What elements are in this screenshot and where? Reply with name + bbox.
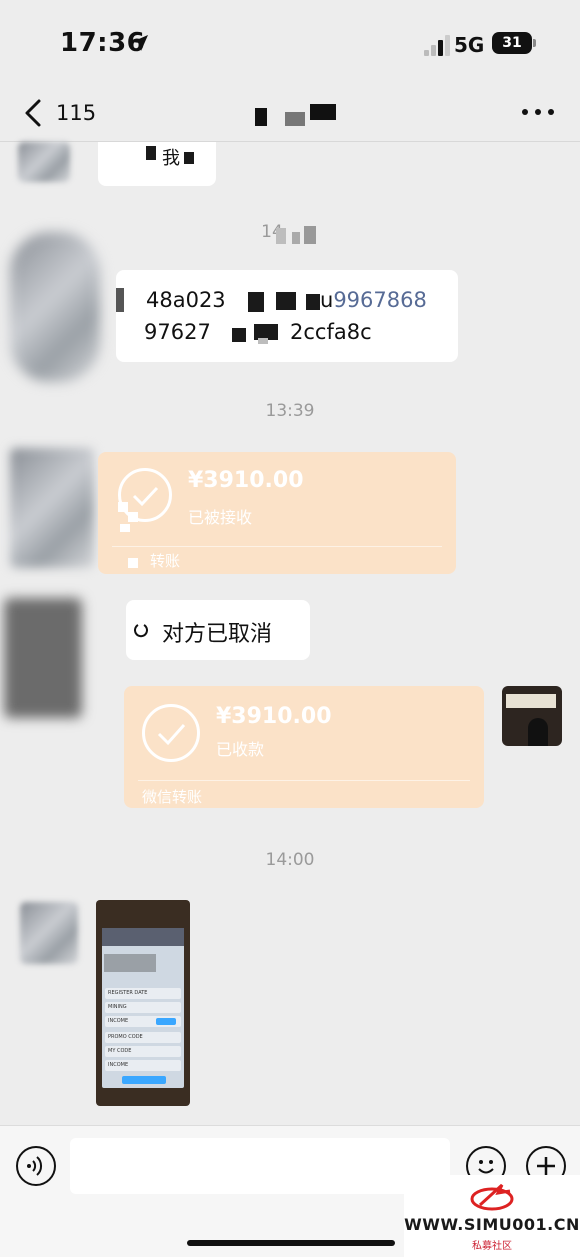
battery-tip bbox=[533, 39, 536, 47]
watermark: WWW.SIMU001.CN 私募社区 bbox=[404, 1175, 580, 1257]
screenshot-panel: REGISTER DATE MINING INCOME PROMO CODE M… bbox=[102, 928, 184, 1088]
check-circle-icon bbox=[118, 468, 172, 522]
timestamp: 14 bbox=[261, 222, 283, 242]
contact-avatar[interactable] bbox=[18, 142, 70, 182]
message-text: 48a023 bbox=[146, 288, 226, 312]
contact-avatar[interactable] bbox=[4, 598, 82, 718]
message-input[interactable] bbox=[70, 1138, 450, 1194]
timestamp: 14:00 bbox=[265, 850, 315, 870]
transfer-amount: ¥3910.00 bbox=[188, 468, 304, 493]
contact-avatar[interactable] bbox=[10, 232, 100, 382]
contact-avatar[interactable] bbox=[20, 902, 78, 964]
transfer-card-received[interactable]: ¥3910.00 已被接收 转账 bbox=[98, 452, 456, 574]
link-text[interactable]: 9967868 bbox=[333, 288, 427, 312]
network-label: 5G bbox=[454, 33, 485, 57]
message-text: 我 bbox=[162, 148, 180, 169]
message-bubble[interactable]: 我 bbox=[98, 142, 216, 186]
refresh-icon bbox=[134, 624, 148, 638]
back-button[interactable]: 115 bbox=[18, 92, 108, 132]
location-arrow-icon bbox=[132, 35, 148, 51]
check-circle-icon bbox=[142, 704, 200, 762]
transfer-footer: 微信转账 bbox=[142, 788, 203, 806]
watermark-text: WWW.SIMU001.CN bbox=[404, 1215, 580, 1234]
transfer-status: 已被接收 bbox=[188, 508, 253, 527]
transfer-amount: ¥3910.00 bbox=[216, 704, 332, 729]
watermark-logo-icon bbox=[470, 1183, 514, 1211]
chat-title-redacted bbox=[255, 104, 337, 128]
transfer-footer: 转账 bbox=[150, 552, 181, 570]
screenshot-row: PROMO CODE bbox=[105, 1032, 181, 1043]
home-indicator[interactable] bbox=[187, 1240, 395, 1246]
transfer-status: 已收款 bbox=[216, 740, 265, 759]
screenshot-row: REGISTER DATE bbox=[105, 988, 181, 999]
screenshot-row: MY CODE bbox=[105, 1046, 181, 1057]
screenshot-row: INCOME bbox=[105, 1060, 181, 1071]
contact-avatar[interactable] bbox=[10, 448, 94, 568]
chat-nav-bar: 115 bbox=[0, 82, 580, 142]
message-bubble[interactable]: 对方已取消 bbox=[126, 600, 310, 660]
unread-count: 115 bbox=[56, 101, 97, 125]
image-message[interactable]: REGISTER DATE MINING INCOME PROMO CODE M… bbox=[96, 900, 190, 1106]
status-bar: 17:36 5G 31 bbox=[0, 0, 580, 80]
transfer-card-collected[interactable]: ¥3910.00 已收款 微信转账 bbox=[124, 686, 484, 808]
chevron-left-icon bbox=[25, 99, 41, 127]
message-text: 97627 bbox=[144, 320, 211, 344]
more-options-button[interactable] bbox=[518, 98, 558, 124]
screenshot-row: MINING bbox=[105, 1002, 181, 1013]
timestamp: 13:39 bbox=[265, 401, 315, 421]
message-bubble[interactable]: 48a023 u9967868 97627 2ccfa8c bbox=[116, 270, 458, 362]
voice-icon bbox=[27, 1156, 43, 1176]
battery-icon: 31 bbox=[492, 32, 532, 54]
message-text: 对方已取消 bbox=[162, 622, 273, 647]
screenshot-row: INCOME bbox=[105, 1016, 181, 1027]
voice-input-button[interactable] bbox=[16, 1146, 56, 1186]
dot bbox=[522, 109, 528, 115]
signal-icon bbox=[424, 34, 450, 56]
watermark-subtext: 私募社区 bbox=[472, 1241, 512, 1252]
self-avatar[interactable] bbox=[502, 686, 562, 746]
